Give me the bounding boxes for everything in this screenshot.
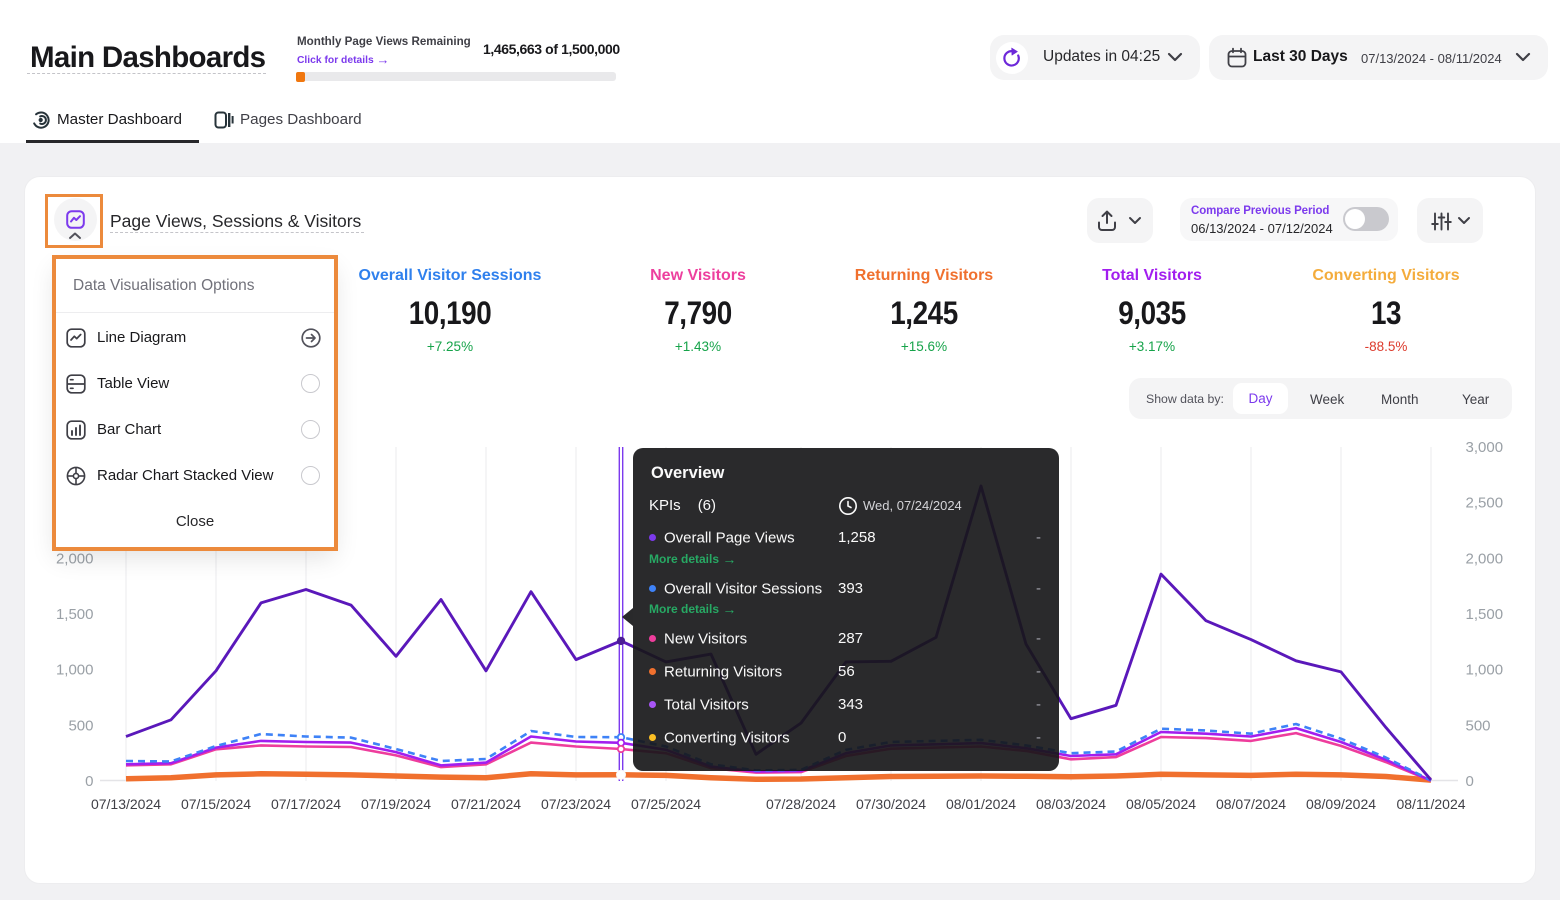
svg-text:08/11/2024: 08/11/2024 xyxy=(1396,796,1465,812)
svg-text:08/03/2024: 08/03/2024 xyxy=(1036,796,1106,812)
svg-text:1,500: 1,500 xyxy=(1466,606,1504,623)
svg-text:07/13/2024: 07/13/2024 xyxy=(91,796,161,812)
svg-text:08/07/2024: 08/07/2024 xyxy=(1216,796,1286,812)
svg-text:3,000: 3,000 xyxy=(1466,439,1504,456)
svg-text:0: 0 xyxy=(1466,773,1474,790)
svg-text:07/28/2024: 07/28/2024 xyxy=(766,796,836,812)
svg-text:07/25/2024: 07/25/2024 xyxy=(631,796,701,812)
svg-text:08/05/2024: 08/05/2024 xyxy=(1126,796,1196,812)
svg-text:2,500: 2,500 xyxy=(1466,495,1504,512)
svg-text:07/17/2024: 07/17/2024 xyxy=(271,796,341,812)
svg-text:07/21/2024: 07/21/2024 xyxy=(451,796,521,812)
svg-text:2,000: 2,000 xyxy=(1466,550,1504,567)
svg-text:08/01/2024: 08/01/2024 xyxy=(946,796,1016,812)
svg-text:07/15/2024: 07/15/2024 xyxy=(181,796,251,812)
svg-text:07/19/2024: 07/19/2024 xyxy=(361,796,431,812)
svg-text:0: 0 xyxy=(85,773,93,790)
svg-text:08/09/2024: 08/09/2024 xyxy=(1306,796,1376,812)
svg-text:1,000: 1,000 xyxy=(56,662,94,679)
svg-text:1,500: 1,500 xyxy=(56,606,94,623)
svg-text:07/23/2024: 07/23/2024 xyxy=(541,796,611,812)
svg-text:2,000: 2,000 xyxy=(56,550,94,567)
svg-text:500: 500 xyxy=(68,717,93,734)
svg-text:500: 500 xyxy=(1466,717,1491,734)
svg-text:1,000: 1,000 xyxy=(1466,662,1504,679)
svg-text:07/30/2024: 07/30/2024 xyxy=(856,796,926,812)
